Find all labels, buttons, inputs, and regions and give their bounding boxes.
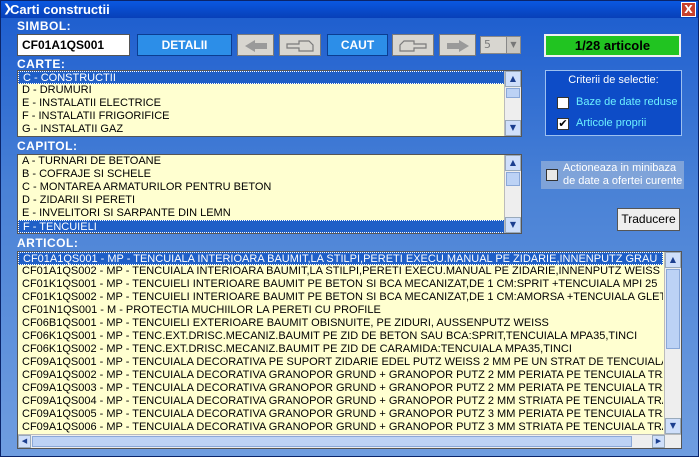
pointing-hand-left-icon (286, 39, 314, 52)
list-item[interactable]: B - COFRAJE SI SCHELE (18, 168, 521, 181)
list-item[interactable]: C - MONTAREA ARMATURILOR PENTRU BETON (18, 181, 521, 194)
capitol-scrollbar[interactable]: ▲ ▼ (504, 155, 521, 233)
window-body: SIMBOL: CF01A1QS001 DETALII CAUT 5 ▼ 1/2… (1, 18, 698, 456)
scroll-thumb[interactable] (32, 436, 632, 447)
list-item[interactable]: CF09A1QS005 - MP - TENCUIALA DECORATIVA … (18, 408, 663, 421)
scroll-thumb[interactable] (506, 88, 520, 98)
list-item[interactable]: F - INSTALATII FRIGORIFICE (18, 110, 521, 123)
list-item[interactable]: CF01K1QS002 - MP - TENCUIELI INTERIOARE … (18, 291, 663, 304)
article-counter: 1/28 articole (544, 34, 681, 57)
scroll-up-icon[interactable]: ▲ (505, 155, 521, 171)
scroll-down-icon[interactable]: ▼ (505, 217, 521, 233)
list-item[interactable]: CF01N1QS001 - M - PROTECTIA MUCHIILOR LA… (18, 304, 663, 317)
scroll-thumb[interactable] (666, 269, 680, 349)
pointing-hand-right-icon (399, 39, 427, 52)
list-item[interactable]: E - INSTALATII ELECTRICE (18, 97, 521, 110)
scroll-down-icon[interactable]: ▼ (505, 120, 521, 136)
list-item[interactable]: CF09A1QS003 - MP - TENCUIALA DECORATIVA … (18, 382, 663, 395)
simbol-input[interactable]: CF01A1QS001 (17, 34, 130, 56)
list-item[interactable]: CF06B1QS001 - MP - TENCUIELI EXTERIOARE … (18, 317, 663, 330)
capitol-label: CAPITOL: (17, 139, 78, 153)
window-title: Carti constructii (10, 2, 110, 17)
list-item[interactable]: A - TURNARI DE BETOANE (18, 155, 521, 168)
list-item[interactable]: D - ZIDARII SI PERETI (18, 194, 521, 207)
list-item[interactable]: CF09A1QS006 - MP - TENCUIALA DECORATIVA … (18, 421, 663, 434)
list-item[interactable]: E - INVELITORI SI SARPANTE DIN LEMN (18, 207, 521, 220)
scroll-thumb[interactable] (506, 172, 520, 186)
close-button[interactable]: X (681, 2, 696, 17)
criteria-panel: Criterii de selectie: Baze de date redus… (545, 70, 682, 136)
articol-items: CF01A1QS001 - MP - TENCUIALA INTERIOARA … (18, 252, 663, 434)
title-bar[interactable]: ❯ Carti constructii X (1, 1, 698, 18)
arrow-left-icon (244, 39, 267, 52)
caut-button[interactable]: CAUT (327, 34, 388, 56)
baze-reduse-checkbox[interactable] (557, 97, 569, 109)
minibaza-checkbox[interactable] (546, 169, 558, 181)
articole-proprii-checkbox[interactable]: ✔ (557, 118, 569, 130)
scroll-up-icon[interactable]: ▲ (665, 252, 681, 268)
carte-listbox[interactable]: C - CONSTRUCTII D - DRUMURI E - INSTALATII… (17, 70, 522, 137)
capitol-listbox[interactable]: A - TURNARI DE BETOANE B - COFRAJE SI SCH… (17, 154, 522, 234)
capitol-items: A - TURNARI DE BETOANE B - COFRAJE SI SCH… (18, 155, 521, 233)
list-item[interactable]: CF09A1QS004 - MP - TENCUIALA DECORATIVA … (18, 395, 663, 408)
scroll-down-icon[interactable]: ▼ (665, 418, 681, 434)
nav-next-button[interactable] (392, 34, 434, 56)
carte-label: CARTE: (17, 57, 66, 71)
scroll-left-icon[interactable]: ◀ (18, 435, 31, 448)
articole-proprii-label: Articole proprii (576, 117, 647, 129)
nav-first-button[interactable] (237, 34, 274, 56)
articol-hscrollbar[interactable]: ◀ ▶ (18, 434, 681, 448)
list-item[interactable]: CF09A1QS002 - MP - TENCUIALA DECORATIVA … (18, 369, 663, 382)
list-item[interactable]: F - TENCUIELI (18, 220, 521, 233)
arrow-right-icon (446, 39, 469, 52)
list-item[interactable]: CF06K1QS001 - MP - TENC.EXT.DRISC.MECANI… (18, 330, 663, 343)
list-item[interactable]: G - INSTALATII GAZ (18, 123, 521, 136)
minibaza-line2: de date a ofertei curente (563, 175, 683, 187)
articol-listbox[interactable]: CF01A1QS001 - MP - TENCUIALA INTERIOARA … (17, 251, 682, 449)
traducere-button[interactable]: Traducere (617, 208, 680, 231)
list-item[interactable]: CF01A1QS002 - MP - TENCUIALA INTERIOARA … (18, 265, 663, 278)
nav-last-button[interactable] (439, 34, 476, 56)
list-item[interactable]: C - CONSTRUCTII (18, 71, 521, 84)
list-item[interactable]: CF09A1QS001 - MP - TENCUIALA DECORATIVA … (18, 356, 663, 369)
scroll-up-icon[interactable]: ▲ (505, 71, 521, 87)
carte-scrollbar[interactable]: ▲ ▼ (504, 71, 521, 136)
chevron-down-icon[interactable]: ▼ (506, 37, 520, 53)
minibaza-option: Actioneaza in minibaza de date a ofertei… (541, 161, 684, 189)
minibaza-line1: Actioneaza in minibaza (563, 162, 677, 174)
list-item[interactable]: CF01A1QS001 - MP - TENCUIALA INTERIOARA … (18, 252, 663, 265)
baze-reduse-label: Baze de date reduse (576, 96, 678, 108)
nav-prev-button[interactable] (279, 34, 321, 56)
list-item[interactable]: D - DRUMURI (18, 84, 521, 97)
scroll-right-icon[interactable]: ▶ (652, 435, 665, 448)
count-combo[interactable]: 5 ▼ (480, 36, 521, 54)
list-item[interactable]: CF01K1QS001 - MP - TENCUIELI INTERIOARE … (18, 278, 663, 291)
list-item[interactable]: CF06K1QS002 - MP - TENC.EXT.DRISC.MECANI… (18, 343, 663, 356)
articol-label: ARTICOL: (17, 236, 79, 250)
carte-items: C - CONSTRUCTII D - DRUMURI E - INSTALATII… (18, 71, 521, 136)
articol-vscrollbar[interactable]: ▲ ▼ (664, 252, 681, 434)
criteria-header: Criterii de selectie: (568, 74, 659, 86)
detalii-button[interactable]: DETALII (137, 34, 232, 56)
count-value: 5 (484, 38, 491, 51)
simbol-label: SIMBOL: (17, 19, 72, 33)
carti-constructii-window: ❯ Carti constructii X SIMBOL: CF01A1QS00… (0, 0, 699, 457)
